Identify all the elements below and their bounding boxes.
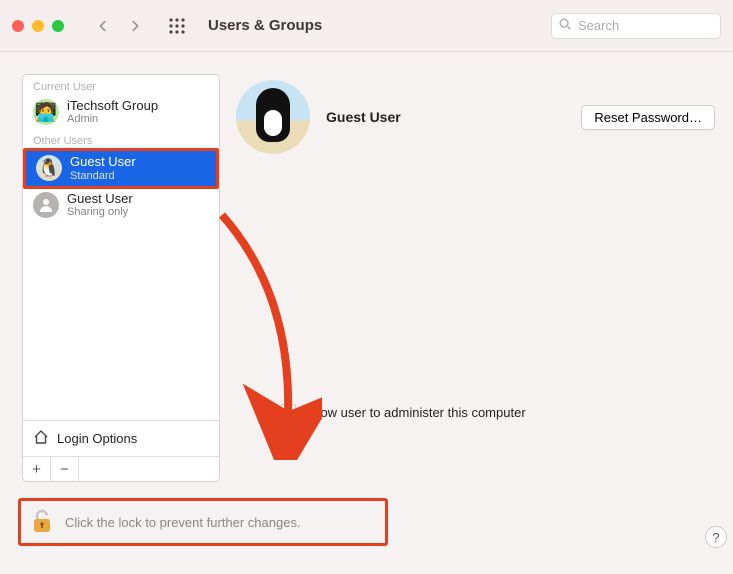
search-input[interactable] — [576, 17, 733, 34]
allow-admin-checkbox[interactable] — [280, 404, 296, 420]
login-options-label: Login Options — [57, 431, 137, 446]
user-name: iTechsoft Group — [67, 99, 158, 113]
back-button[interactable] — [96, 19, 110, 33]
user-role: Standard — [70, 170, 136, 182]
lock-icon[interactable] — [31, 509, 53, 535]
user-avatar[interactable] — [236, 80, 310, 154]
window-controls — [12, 20, 64, 32]
show-all-prefs-button[interactable] — [168, 17, 186, 35]
users-sidebar: Current User 🧑‍💻 iTechsoft Group Admin O… — [22, 74, 220, 482]
user-name: Guest User — [70, 155, 136, 169]
titlebar: Users & Groups — [0, 0, 733, 52]
lock-bar: Click the lock to prevent further change… — [18, 498, 388, 546]
user-detail-panel: Guest User Reset Password… Allow user to… — [236, 74, 723, 482]
search-field[interactable] — [551, 13, 721, 39]
allow-admin-label: Allow user to administer this computer — [306, 405, 526, 420]
house-icon — [33, 429, 49, 448]
close-window-button[interactable] — [12, 20, 24, 32]
sidebar-item-guest-sharing[interactable]: Guest User Sharing only — [23, 188, 219, 222]
zoom-window-button[interactable] — [52, 20, 64, 32]
user-role: Sharing only — [67, 206, 133, 218]
lock-text: Click the lock to prevent further change… — [65, 515, 301, 530]
sidebar-item-current-user[interactable]: 🧑‍💻 iTechsoft Group Admin — [23, 95, 219, 129]
user-name: Guest User — [67, 192, 133, 206]
help-button[interactable]: ? — [705, 526, 727, 548]
avatar-icon: 🧑‍💻 — [33, 99, 59, 125]
pane-title: Users & Groups — [208, 17, 322, 34]
reset-password-button[interactable]: Reset Password… — [581, 105, 715, 130]
avatar-icon — [33, 192, 59, 218]
user-role: Admin — [67, 113, 158, 125]
section-other-users: Other Users — [23, 129, 219, 149]
remove-user-button[interactable]: − — [51, 457, 79, 481]
section-current-user: Current User — [23, 75, 219, 95]
avatar-icon: 🐧 — [36, 155, 62, 181]
minimize-window-button[interactable] — [32, 20, 44, 32]
login-options-button[interactable]: Login Options — [23, 420, 219, 456]
add-remove-bar: + − — [23, 456, 219, 481]
sidebar-item-guest-standard[interactable]: 🐧 Guest User Standard — [23, 148, 219, 188]
forward-button[interactable] — [128, 19, 142, 33]
search-icon — [558, 17, 572, 34]
add-user-button[interactable]: + — [23, 457, 51, 481]
user-display-name: Guest User — [326, 109, 401, 125]
